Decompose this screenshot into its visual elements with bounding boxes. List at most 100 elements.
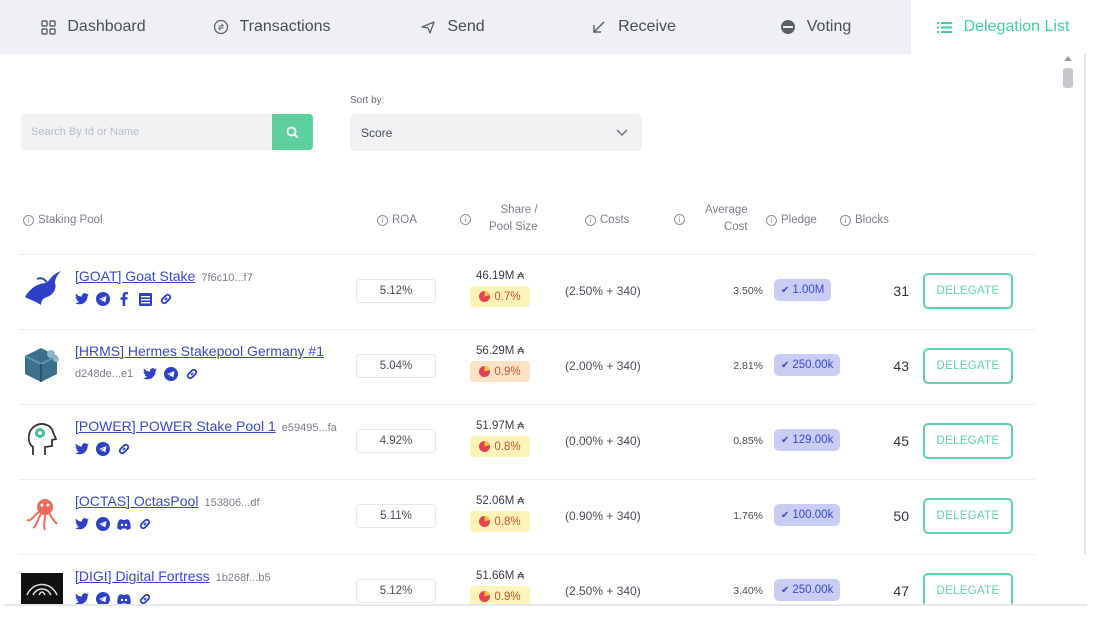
search-input[interactable] (21, 114, 272, 150)
share-cell: 51.97M ₳ 0.8% (466, 420, 534, 457)
pledge-badge: ✔ 100.00k (774, 504, 841, 526)
social-links: d248de...e1 (75, 367, 199, 381)
pool-size-badge: 0.9% (470, 586, 530, 604)
twitter-icon[interactable] (75, 517, 89, 531)
pool-size-pct: 0.7% (494, 290, 521, 303)
pool-name-link[interactable]: [DIGI] Digital Fortress 1b268f...b5 (75, 568, 271, 584)
share-cell: 51.66M ₳ 0.9% (466, 570, 534, 604)
share-amount-text: 51.97M (475, 420, 515, 432)
share-amount-text: 56.29M (475, 345, 515, 357)
tab-send[interactable]: Send (357, 0, 547, 54)
pledge-value: 250.00k (792, 584, 834, 596)
info-icon[interactable]: i (585, 215, 596, 226)
scrollbar-thumb[interactable] (1063, 68, 1073, 88)
link-icon[interactable] (117, 442, 131, 456)
link-icon[interactable] (138, 517, 152, 531)
delegate-button[interactable]: DELEGATE (923, 498, 1013, 534)
average-cost-value: 0.85% (733, 435, 763, 447)
search-button[interactable] (272, 114, 313, 150)
info-icon[interactable]: i (23, 215, 34, 226)
twitter-icon[interactable] (75, 292, 89, 306)
scroll-up-arrow-icon[interactable] (1064, 56, 1072, 61)
social-links (75, 442, 131, 456)
blocks-value: 43 (893, 358, 909, 374)
list-icon (936, 18, 954, 36)
twitter-icon[interactable] (143, 367, 158, 381)
pool-name: [GOAT] Goat Stake (75, 268, 196, 284)
tab-dashboard[interactable]: Dashboard (0, 0, 185, 54)
pool-name-link[interactable]: [GOAT] Goat Stake 7f6c10...f7 (75, 268, 253, 284)
facebook-icon[interactable] (117, 292, 131, 306)
telegram-icon[interactable] (164, 367, 179, 381)
vertical-scrollbar[interactable] (1060, 54, 1086, 606)
social-links (75, 592, 152, 604)
twitter-icon[interactable] (75, 592, 89, 604)
info-icon[interactable]: i (674, 213, 685, 225)
pool-name: [DIGI] Digital Fortress (75, 568, 210, 584)
receive-icon (590, 18, 608, 36)
tab-delegation-list[interactable]: Delegation List (911, 0, 1094, 54)
pie-icon (479, 441, 491, 452)
ada-icon: ₳ (517, 570, 525, 582)
dashboard-icon (39, 18, 57, 36)
delegate-button[interactable]: DELEGATE (923, 573, 1013, 604)
pool-name-link[interactable]: [HRMS] Hermes Stakepool Germany #1 (75, 343, 324, 359)
col-blocks: i Blocks (840, 212, 889, 229)
col-label-line: Share / (500, 204, 538, 216)
share-cell: 56.29M ₳ 0.9% (466, 345, 534, 382)
share-amount-text: 46.19M (475, 270, 515, 282)
delegate-button[interactable]: DELEGATE (923, 348, 1013, 384)
pledge-value: 1.00M (792, 284, 825, 296)
info-icon[interactable]: i (766, 215, 777, 226)
link-icon[interactable] (159, 292, 173, 306)
share-amount: 51.97M ₳ (466, 420, 534, 432)
pool-name-link[interactable]: [POWER] POWER Stake Pool 1 e59495...fa (75, 418, 337, 434)
chevron-down-icon (616, 129, 628, 136)
pool-id: 1b268f...b5 (215, 572, 271, 584)
power-logo (21, 417, 63, 459)
link-icon[interactable] (138, 592, 152, 604)
document-icon[interactable] (138, 292, 152, 306)
tab-transactions[interactable]: Transactions (185, 0, 357, 54)
roa-value: 5.12% (356, 579, 436, 603)
info-icon[interactable]: i (377, 215, 388, 226)
telegram-icon[interactable] (96, 592, 110, 604)
pledge-badge: ✔ 250.00k (774, 579, 841, 601)
roa-value: 5.11% (356, 504, 436, 528)
info-icon[interactable]: i (840, 215, 851, 226)
roa-value: 5.12% (356, 279, 436, 303)
col-label: Staking Pool (38, 214, 103, 226)
discord-icon[interactable] (117, 592, 131, 604)
tab-receive[interactable]: Receive (547, 0, 719, 54)
twitter-icon[interactable] (75, 442, 89, 456)
telegram-icon[interactable] (96, 517, 110, 531)
costs-value: (2.00% + 340) (565, 359, 641, 373)
telegram-icon[interactable] (96, 292, 110, 306)
col-staking-pool: i Staking Pool (23, 212, 103, 229)
pool-size-badge: 0.7% (470, 286, 530, 307)
roa-value: 4.92% (356, 429, 436, 453)
check-icon: ✔ (781, 584, 790, 596)
tab-voting[interactable]: Voting (719, 0, 911, 54)
link-icon[interactable] (185, 367, 199, 381)
delegation-panel: Sort by: Score i Staking Pool i ROA i Sh… (4, 54, 1087, 606)
telegram-icon[interactable] (96, 442, 110, 456)
scrollbar-track (1084, 54, 1086, 554)
costs-value: (2.50% + 340) (565, 584, 641, 598)
info-icon[interactable]: i (460, 213, 471, 225)
blocks-value: 31 (893, 283, 909, 299)
col-pledge: i Pledge (766, 212, 817, 229)
delegate-button[interactable]: DELEGATE (923, 423, 1013, 459)
share-amount: 51.66M ₳ (466, 570, 534, 582)
search-icon (286, 126, 299, 139)
check-icon: ✔ (781, 509, 790, 521)
pool-id: 153806...df (204, 497, 260, 509)
col-label: Share / Pool Size (489, 202, 538, 236)
delegate-button[interactable]: DELEGATE (923, 273, 1013, 309)
pool-name-link[interactable]: [OCTAS] OctasPool 153806...df (75, 493, 260, 509)
col-label-line: Average (705, 204, 748, 216)
sort-select[interactable]: Score (350, 114, 642, 151)
discord-icon[interactable] (117, 517, 131, 531)
pool-name: [OCTAS] OctasPool (75, 493, 199, 509)
tab-label: Delegation List (963, 18, 1070, 35)
